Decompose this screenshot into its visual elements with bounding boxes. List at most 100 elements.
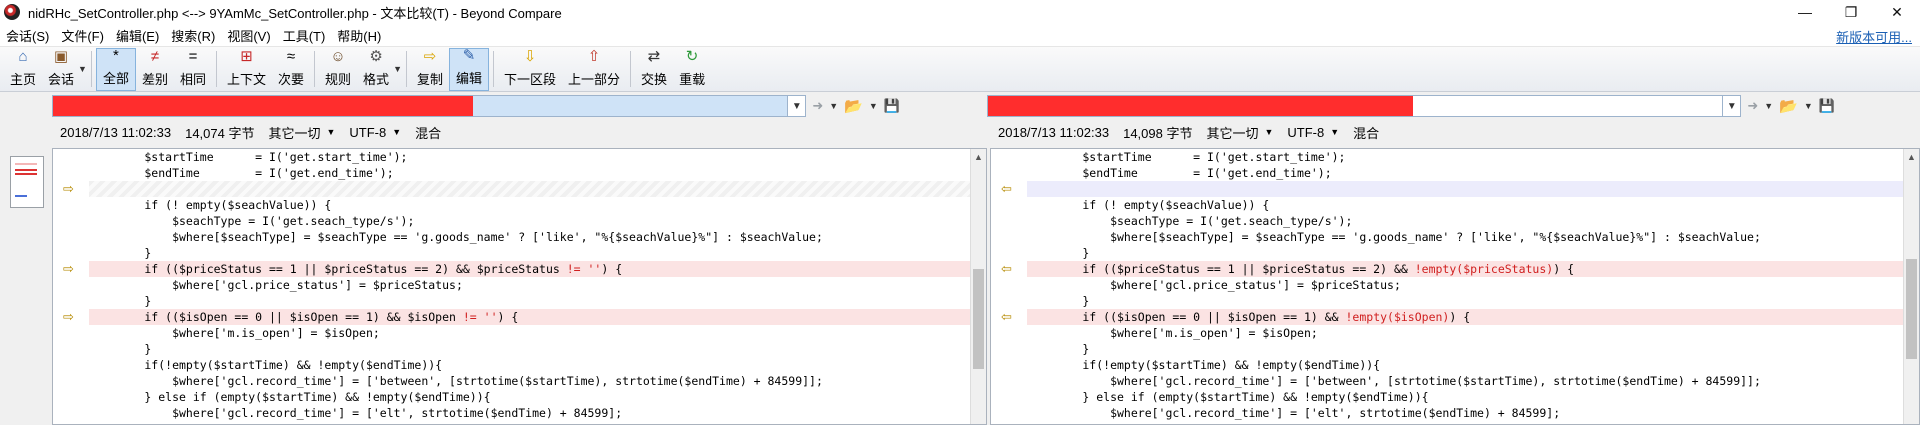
code-line[interactable]: $where['gcl.price_status'] = $priceStatu…: [89, 277, 970, 293]
code-line[interactable]: if (! empty($seachValue)) {: [1027, 197, 1903, 213]
menu-search[interactable]: 搜索(R): [165, 26, 221, 45]
code-line[interactable]: $endTime = I('get.end_time');: [1027, 165, 1903, 181]
chevron-down-icon[interactable]: ▼: [326, 127, 335, 137]
right-history-dropdown-icon[interactable]: ▼: [1764, 101, 1773, 111]
code-line[interactable]: [89, 181, 970, 197]
right-code-pane[interactable]: $startTime = I('get.start_time'); $endTi…: [990, 148, 1920, 425]
code-line[interactable]: if (! empty($seachValue)) {: [89, 197, 970, 213]
code-line[interactable]: $where['m.is_open'] = $isOpen;: [1027, 325, 1903, 341]
toolbar-reload-button[interactable]: ↻ 重载: [673, 48, 711, 91]
toolbar-edit-button[interactable]: ✎ 编辑: [449, 47, 490, 91]
chevron-down-icon[interactable]: ▼: [392, 127, 401, 137]
code-line[interactable]: [1027, 181, 1903, 197]
scroll-up-icon[interactable]: ▲: [1904, 149, 1919, 165]
left-scrollbar[interactable]: ▲: [970, 149, 986, 424]
left-path-input[interactable]: [52, 95, 789, 117]
copy-to-right-arrow-icon[interactable]: ⇨: [63, 262, 79, 275]
left-path-dropdown[interactable]: ▼: [788, 95, 807, 117]
code-line[interactable]: }: [1027, 341, 1903, 357]
toolbar-swap-button[interactable]: ⇄ 交换: [635, 48, 673, 91]
left-other-dropdown[interactable]: 其它一切: [268, 123, 320, 142]
new-version-link[interactable]: 新版本可用...: [1836, 27, 1912, 46]
code-line[interactable]: if(!empty($startTime) && !empty($endTime…: [89, 357, 970, 373]
code-line[interactable]: if (($isOpen == 0 || $isOpen == 1) && !e…: [1027, 309, 1903, 325]
toolbar-button-label: 交换: [641, 72, 668, 87]
left-folder-dropdown-icon[interactable]: ▼: [869, 101, 878, 111]
code-line[interactable]: $where[$seachType] = $seachType == 'g.go…: [89, 229, 970, 245]
code-line[interactable]: $where['gcl.price_status'] = $priceStatu…: [1027, 277, 1903, 293]
code-line[interactable]: $seachType = I('get.seach_type/s');: [1027, 213, 1903, 229]
menu-edit[interactable]: 编辑(E): [110, 26, 165, 45]
left-encoding-dropdown[interactable]: UTF-8: [349, 125, 386, 140]
toolbar-diff-button[interactable]: ≠ 差别: [136, 48, 174, 91]
right-folder-dropdown-icon[interactable]: ▼: [1804, 101, 1813, 111]
right-encoding-dropdown[interactable]: UTF-8: [1287, 125, 1324, 140]
menu-view[interactable]: 视图(V): [221, 26, 276, 45]
chevron-down-icon[interactable]: ▼: [1330, 127, 1339, 137]
copy-to-right-arrow-icon[interactable]: ⇨: [63, 310, 79, 323]
restore-button[interactable]: ❐: [1828, 0, 1874, 24]
minimize-button[interactable]: —: [1782, 0, 1828, 24]
copy-to-left-arrow-icon[interactable]: ⇦: [1001, 310, 1017, 323]
right-save-icon[interactable]: 💾: [1819, 98, 1835, 114]
toolbar-rules-button[interactable]: ☺ 规则: [319, 48, 357, 91]
menu-file[interactable]: 文件(F): [55, 26, 110, 45]
toolbar-same-button[interactable]: = 相同: [174, 48, 212, 91]
left-open-folder-icon[interactable]: 📂: [844, 97, 863, 115]
copy-to-left-arrow-icon[interactable]: ⇦: [1001, 182, 1017, 195]
menu-session[interactable]: 会话(S): [0, 26, 55, 45]
code-line[interactable]: $startTime = I('get.start_time');: [1027, 149, 1903, 165]
code-line[interactable]: if (($priceStatus == 1 || $priceStatus =…: [89, 261, 970, 277]
code-line[interactable]: $endTime = I('get.end_time');: [89, 165, 970, 181]
code-line[interactable]: $where['gcl.record_time'] = ['elt', strt…: [1027, 405, 1903, 421]
toolbar-copy-button[interactable]: ⇨ 复制: [411, 48, 449, 91]
close-button[interactable]: ✕: [1874, 0, 1920, 24]
code-line[interactable]: if(!empty($startTime) && !empty($endTime…: [1027, 357, 1903, 373]
code-line[interactable]: } else if (empty($startTime) && !empty($…: [89, 389, 970, 405]
copy-to-left-arrow-icon[interactable]: ⇦: [1001, 262, 1017, 275]
code-line[interactable]: }: [1027, 293, 1903, 309]
code-line[interactable]: $where['gcl.record_time'] = ['between', …: [89, 373, 970, 389]
scroll-thumb[interactable]: [1906, 259, 1917, 359]
code-line[interactable]: $where['gcl.record_time'] = ['elt', strt…: [89, 405, 970, 421]
right-path-input[interactable]: [987, 95, 1724, 117]
right-line-ending[interactable]: 混合: [1353, 123, 1379, 142]
left-line-ending[interactable]: 混合: [415, 123, 441, 142]
diff-overview-map[interactable]: [10, 156, 44, 208]
scroll-up-icon[interactable]: ▲: [971, 149, 986, 165]
toolbar-context-button[interactable]: ⊞ 上下文: [221, 48, 272, 91]
code-line[interactable]: $startTime = I('get.start_time');: [89, 149, 970, 165]
left-save-icon[interactable]: 💾: [884, 98, 900, 114]
copy-to-right-arrow-icon[interactable]: ⇨: [63, 182, 79, 195]
toolbar-minor-button[interactable]: ≈ 次要: [272, 48, 310, 91]
right-open-folder-icon[interactable]: 📂: [1779, 97, 1798, 115]
toolbar-prev-section-button[interactable]: ⇧ 上一部分: [562, 48, 626, 91]
right-path-dropdown[interactable]: ▼: [1723, 95, 1742, 117]
code-line[interactable]: $where['gcl.record_time'] = ['between', …: [1027, 373, 1903, 389]
toolbar-next-section-button[interactable]: ⇩ 下一区段: [498, 48, 562, 91]
code-line[interactable]: $where['m.is_open'] = $isOpen;: [89, 325, 970, 341]
toolbar-all-button[interactable]: * 全部: [95, 47, 136, 91]
right-other-dropdown[interactable]: 其它一切: [1206, 123, 1258, 142]
code-line[interactable]: $where[$seachType] = $seachType == 'g.go…: [1027, 229, 1903, 245]
chevron-down-icon[interactable]: ▼: [1264, 127, 1273, 137]
right-go-arrow-icon[interactable]: ➜: [1747, 98, 1758, 114]
code-line[interactable]: }: [89, 341, 970, 357]
right-scrollbar[interactable]: ▲: [1903, 149, 1919, 424]
menu-help[interactable]: 帮助(H): [331, 26, 387, 45]
toolbar-home-button[interactable]: ⌂ 主页: [4, 48, 42, 91]
scroll-thumb[interactable]: [973, 269, 984, 369]
left-code-pane[interactable]: $startTime = I('get.start_time'); $endTi…: [52, 148, 987, 425]
code-line[interactable]: }: [89, 293, 970, 309]
toolbar-format-button[interactable]: ⚙ 格式: [357, 48, 395, 91]
code-line[interactable]: } else if (empty($startTime) && !empty($…: [1027, 389, 1903, 405]
toolbar-session-button[interactable]: ▣ 会话: [42, 48, 80, 91]
menu-tools[interactable]: 工具(T): [277, 26, 332, 45]
code-line[interactable]: $seachType = I('get.seach_type/s');: [89, 213, 970, 229]
code-line[interactable]: }: [89, 245, 970, 261]
code-line[interactable]: if (($priceStatus == 1 || $priceStatus =…: [1027, 261, 1903, 277]
code-line[interactable]: if (($isOpen == 0 || $isOpen == 1) && $i…: [89, 309, 970, 325]
left-history-dropdown-icon[interactable]: ▼: [829, 101, 838, 111]
left-go-arrow-icon[interactable]: ➜: [812, 98, 823, 114]
code-line[interactable]: }: [1027, 245, 1903, 261]
